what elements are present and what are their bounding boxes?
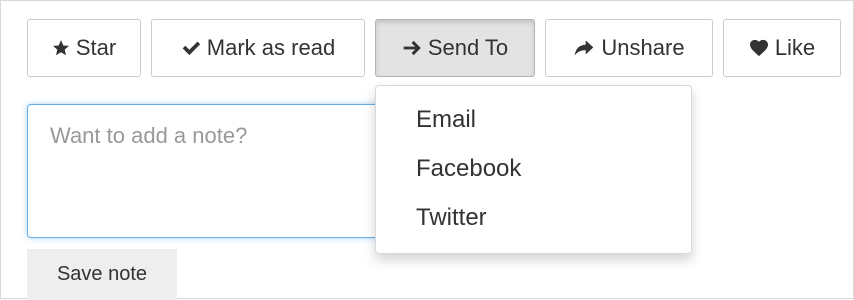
share-icon	[573, 39, 595, 57]
send-to-dropdown-menu: Email Facebook Twitter	[375, 85, 692, 254]
send-to-button[interactable]: Send To	[375, 19, 535, 77]
mark-as-read-label: Mark as read	[206, 35, 336, 60]
share-panel: Star Mark as read Send To Unshare Like W…	[0, 0, 854, 300]
like-label: Like	[774, 35, 816, 60]
star-icon	[52, 39, 70, 57]
menu-item-twitter[interactable]: Twitter	[416, 198, 487, 238]
arrow-right-icon	[402, 39, 422, 57]
star-button[interactable]: Star	[27, 19, 141, 77]
mark-as-read-button[interactable]: Mark as read	[151, 19, 365, 77]
unshare-button[interactable]: Unshare	[545, 19, 713, 77]
heart-icon	[749, 39, 769, 57]
star-button-label: Star	[75, 35, 117, 60]
menu-item-email[interactable]: Email	[416, 100, 476, 140]
check-icon	[181, 39, 201, 57]
save-note-label: Save note	[56, 263, 148, 285]
unshare-label: Unshare	[601, 35, 685, 60]
like-button[interactable]: Like	[723, 19, 841, 77]
save-note-button[interactable]: Save note	[27, 249, 177, 300]
menu-item-facebook[interactable]: Facebook	[416, 149, 521, 189]
send-to-label: Send To	[427, 35, 509, 60]
